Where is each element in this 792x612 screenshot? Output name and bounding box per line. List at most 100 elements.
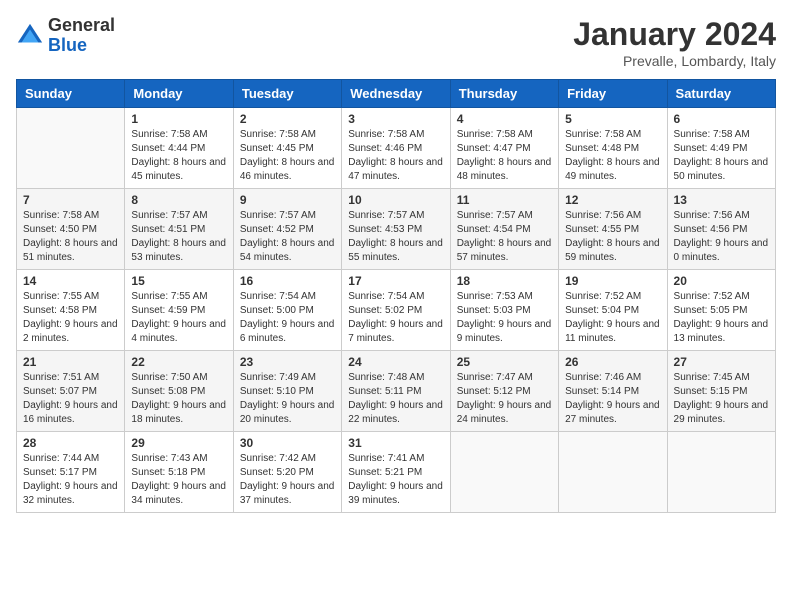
- day-info: Sunrise: 7:52 AM Sunset: 5:05 PM Dayligh…: [674, 290, 769, 346]
- day-number: 7: [23, 193, 118, 207]
- day-number: 1: [131, 112, 226, 126]
- day-info: Sunrise: 7:57 AM Sunset: 4:54 PM Dayligh…: [457, 209, 552, 265]
- day-info: Sunrise: 7:51 AM Sunset: 5:07 PM Dayligh…: [23, 371, 118, 427]
- logo-text: General Blue: [48, 16, 115, 56]
- day-info: Sunrise: 7:57 AM Sunset: 4:52 PM Dayligh…: [240, 209, 335, 265]
- weekday-header-thursday: Thursday: [450, 80, 558, 108]
- day-cell: 2Sunrise: 7:58 AM Sunset: 4:45 PM Daylig…: [233, 108, 341, 189]
- day-number: 28: [23, 436, 118, 450]
- day-cell: 19 Sunrise: 7:52 AM Sunset: 5:04 PM Dayli…: [559, 270, 667, 351]
- day-cell: [17, 108, 125, 189]
- day-cell: 20 Sunrise: 7:52 AM Sunset: 5:05 PM Dayli…: [667, 270, 775, 351]
- day-number: 10: [348, 193, 443, 207]
- day-cell: 17 Sunrise: 7:54 AM Sunset: 5:02 PM Dayli…: [342, 270, 450, 351]
- day-info: Sunrise: 7:46 AM Sunset: 5:14 PM Dayligh…: [565, 371, 660, 427]
- day-cell: 9 Sunrise: 7:57 AM Sunset: 4:52 PM Daylig…: [233, 189, 341, 270]
- day-number: 16: [240, 274, 335, 288]
- day-number: 31: [348, 436, 443, 450]
- day-cell: 21 Sunrise: 7:51 AM Sunset: 5:07 PM Dayli…: [17, 351, 125, 432]
- day-number: 18: [457, 274, 552, 288]
- day-number: 8: [131, 193, 226, 207]
- day-info: Sunrise: 7:52 AM Sunset: 5:04 PM Dayligh…: [565, 290, 660, 346]
- day-info: Sunrise: 7:58 AM Sunset: 4:45 PM Dayligh…: [240, 128, 335, 184]
- day-cell: 26Sunrise: 7:46 AM Sunset: 5:14 PM Dayli…: [559, 351, 667, 432]
- day-number: 19: [565, 274, 660, 288]
- day-cell: 31 Sunrise: 7:41 AM Sunset: 5:21 PM Dayli…: [342, 432, 450, 513]
- day-info: Sunrise: 7:58 AM Sunset: 4:49 PM Dayligh…: [674, 128, 769, 184]
- day-info: Sunrise: 7:49 AM Sunset: 5:10 PM Dayligh…: [240, 371, 335, 427]
- day-number: 22: [131, 355, 226, 369]
- day-number: 20: [674, 274, 769, 288]
- day-cell: 29Sunrise: 7:43 AM Sunset: 5:18 PM Dayli…: [125, 432, 233, 513]
- day-cell: 11Sunrise: 7:57 AM Sunset: 4:54 PM Dayli…: [450, 189, 558, 270]
- day-info: Sunrise: 7:58 AM Sunset: 4:50 PM Dayligh…: [23, 209, 118, 265]
- day-info: Sunrise: 7:54 AM Sunset: 5:00 PM Dayligh…: [240, 290, 335, 346]
- weekday-header-monday: Monday: [125, 80, 233, 108]
- weekday-header-friday: Friday: [559, 80, 667, 108]
- day-cell: [450, 432, 558, 513]
- day-cell: 24 Sunrise: 7:48 AM Sunset: 5:11 PM Dayli…: [342, 351, 450, 432]
- day-number: 17: [348, 274, 443, 288]
- day-number: 24: [348, 355, 443, 369]
- day-number: 13: [674, 193, 769, 207]
- logo: General Blue: [16, 16, 115, 56]
- day-number: 3: [348, 112, 443, 126]
- day-info: Sunrise: 7:55 AM Sunset: 4:59 PM Dayligh…: [131, 290, 226, 346]
- location: Prevalle, Lombardy, Italy: [573, 53, 776, 69]
- day-cell: [667, 432, 775, 513]
- day-number: 27: [674, 355, 769, 369]
- day-info: Sunrise: 7:54 AM Sunset: 5:02 PM Dayligh…: [348, 290, 443, 346]
- day-number: 23: [240, 355, 335, 369]
- weekday-header-wednesday: Wednesday: [342, 80, 450, 108]
- day-info: Sunrise: 7:56 AM Sunset: 4:56 PM Dayligh…: [674, 209, 769, 265]
- day-number: 9: [240, 193, 335, 207]
- logo-general: General: [48, 16, 115, 36]
- day-info: Sunrise: 7:55 AM Sunset: 4:58 PM Dayligh…: [23, 290, 118, 346]
- day-cell: [559, 432, 667, 513]
- day-cell: 22 Sunrise: 7:50 AM Sunset: 5:08 PM Dayli…: [125, 351, 233, 432]
- day-cell: 12Sunrise: 7:56 AM Sunset: 4:55 PM Dayli…: [559, 189, 667, 270]
- weekday-header-row: SundayMondayTuesdayWednesdayThursdayFrid…: [17, 80, 776, 108]
- week-row-4: 21 Sunrise: 7:51 AM Sunset: 5:07 PM Dayli…: [17, 351, 776, 432]
- day-cell: 30 Sunrise: 7:42 AM Sunset: 5:20 PM Dayli…: [233, 432, 341, 513]
- day-cell: 14 Sunrise: 7:55 AM Sunset: 4:58 PM Dayli…: [17, 270, 125, 351]
- page-header: General Blue January 2024 Prevalle, Lomb…: [16, 16, 776, 69]
- day-info: Sunrise: 7:58 AM Sunset: 4:48 PM Dayligh…: [565, 128, 660, 184]
- day-number: 30: [240, 436, 335, 450]
- day-cell: 4Sunrise: 7:58 AM Sunset: 4:47 PM Daylig…: [450, 108, 558, 189]
- day-cell: 7 Sunrise: 7:58 AM Sunset: 4:50 PM Daylig…: [17, 189, 125, 270]
- week-row-2: 7 Sunrise: 7:58 AM Sunset: 4:50 PM Daylig…: [17, 189, 776, 270]
- day-cell: 5 Sunrise: 7:58 AM Sunset: 4:48 PM Daylig…: [559, 108, 667, 189]
- day-info: Sunrise: 7:47 AM Sunset: 5:12 PM Dayligh…: [457, 371, 552, 427]
- day-number: 12: [565, 193, 660, 207]
- day-cell: 13 Sunrise: 7:56 AM Sunset: 4:56 PM Dayli…: [667, 189, 775, 270]
- day-info: Sunrise: 7:42 AM Sunset: 5:20 PM Dayligh…: [240, 452, 335, 508]
- day-info: Sunrise: 7:44 AM Sunset: 5:17 PM Dayligh…: [23, 452, 118, 508]
- weekday-header-tuesday: Tuesday: [233, 80, 341, 108]
- day-cell: 6Sunrise: 7:58 AM Sunset: 4:49 PM Daylig…: [667, 108, 775, 189]
- day-cell: 28 Sunrise: 7:44 AM Sunset: 5:17 PM Dayli…: [17, 432, 125, 513]
- calendar-table: SundayMondayTuesdayWednesdayThursdayFrid…: [16, 79, 776, 513]
- day-cell: 18Sunrise: 7:53 AM Sunset: 5:03 PM Dayli…: [450, 270, 558, 351]
- day-info: Sunrise: 7:58 AM Sunset: 4:44 PM Dayligh…: [131, 128, 226, 184]
- day-info: Sunrise: 7:45 AM Sunset: 5:15 PM Dayligh…: [674, 371, 769, 427]
- day-cell: 15Sunrise: 7:55 AM Sunset: 4:59 PM Dayli…: [125, 270, 233, 351]
- day-number: 5: [565, 112, 660, 126]
- day-info: Sunrise: 7:48 AM Sunset: 5:11 PM Dayligh…: [348, 371, 443, 427]
- day-number: 25: [457, 355, 552, 369]
- day-number: 21: [23, 355, 118, 369]
- day-info: Sunrise: 7:58 AM Sunset: 4:47 PM Dayligh…: [457, 128, 552, 184]
- month-title: January 2024: [573, 16, 776, 53]
- day-cell: 8 Sunrise: 7:57 AM Sunset: 4:51 PM Daylig…: [125, 189, 233, 270]
- logo-icon: [16, 22, 44, 50]
- day-info: Sunrise: 7:41 AM Sunset: 5:21 PM Dayligh…: [348, 452, 443, 508]
- logo-blue: Blue: [48, 36, 115, 56]
- day-info: Sunrise: 7:57 AM Sunset: 4:53 PM Dayligh…: [348, 209, 443, 265]
- day-cell: 10 Sunrise: 7:57 AM Sunset: 4:53 PM Dayli…: [342, 189, 450, 270]
- day-cell: 25 Sunrise: 7:47 AM Sunset: 5:12 PM Dayli…: [450, 351, 558, 432]
- week-row-5: 28 Sunrise: 7:44 AM Sunset: 5:17 PM Dayli…: [17, 432, 776, 513]
- day-number: 14: [23, 274, 118, 288]
- day-info: Sunrise: 7:57 AM Sunset: 4:51 PM Dayligh…: [131, 209, 226, 265]
- day-cell: 27 Sunrise: 7:45 AM Sunset: 5:15 PM Dayli…: [667, 351, 775, 432]
- day-info: Sunrise: 7:50 AM Sunset: 5:08 PM Dayligh…: [131, 371, 226, 427]
